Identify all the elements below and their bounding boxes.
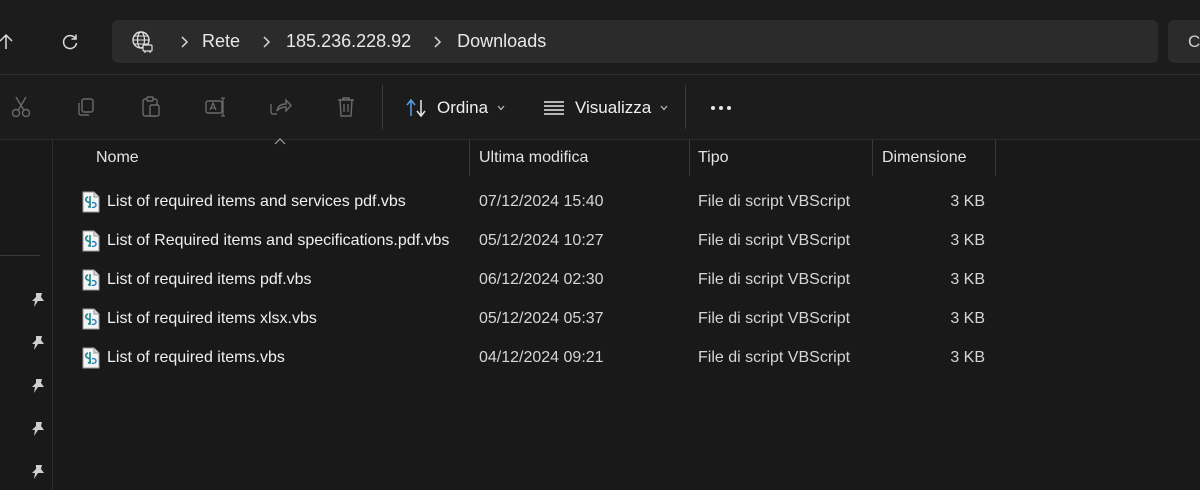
more-options-button[interactable] (706, 95, 736, 121)
toolbar-separator (685, 85, 686, 129)
breadcrumb-chevron-icon[interactable] (166, 35, 202, 49)
file-type: File di script VBScript (698, 232, 851, 249)
chevron-down-icon (659, 104, 669, 112)
breadcrumb-item-downloads[interactable]: Downloads (457, 31, 546, 52)
file-type: File di script VBScript (698, 349, 851, 366)
rename-icon (205, 97, 225, 117)
copy-icon (78, 98, 94, 116)
file-name: List of required items and services pdf.… (107, 193, 406, 210)
more-icon (711, 106, 731, 110)
file-type: File di script VBScript (698, 310, 851, 327)
up-button[interactable] (0, 22, 26, 62)
vbscript-file-icon (82, 308, 100, 330)
copy-button[interactable] (71, 92, 101, 122)
file-row[interactable]: List of required items xlsx.vbs 05/12/20… (53, 299, 1200, 338)
vbscript-file-icon (82, 191, 100, 213)
sort-label: Ordina (437, 98, 489, 117)
view-label: Visualizza (575, 98, 652, 117)
file-size: 3 KB (950, 310, 985, 327)
column-divider[interactable] (872, 140, 873, 176)
column-divider[interactable] (689, 140, 690, 176)
chevron-down-icon (496, 104, 506, 112)
breadcrumb-chevron-icon[interactable] (419, 35, 455, 49)
column-header-name[interactable]: Nome (96, 140, 139, 176)
file-name: List of Required items and specification… (107, 232, 450, 249)
address-row: Rete 185.236.228.92 Downloads C (0, 0, 1200, 74)
search-input[interactable]: C (1168, 20, 1200, 63)
breadcrumb-item-rete[interactable]: Rete (202, 31, 240, 52)
pin-icon[interactable] (28, 333, 48, 353)
delete-button[interactable] (331, 92, 361, 122)
paste-button[interactable] (136, 92, 166, 122)
vbscript-file-icon (82, 269, 100, 291)
file-list: List of required items and services pdf.… (53, 182, 1200, 377)
vbscript-file-icon (82, 347, 100, 369)
file-row[interactable]: List of required items.vbs 04/12/2024 09… (53, 338, 1200, 377)
file-size: 3 KB (950, 349, 985, 366)
file-modified: 05/12/2024 05:37 (479, 310, 604, 327)
share-icon (270, 98, 292, 115)
refresh-icon (62, 34, 78, 50)
cut-icon (11, 96, 31, 118)
file-type: File di script VBScript (698, 193, 851, 210)
rename-button[interactable] (201, 92, 231, 122)
refresh-button[interactable] (50, 22, 90, 62)
nav-separator (0, 255, 40, 256)
file-size: 3 KB (950, 271, 985, 288)
share-button[interactable] (266, 92, 296, 122)
navigation-pane (0, 140, 53, 490)
file-name: List of required items xlsx.vbs (107, 310, 317, 327)
command-bar: Ordina Visualizza (0, 75, 1200, 139)
network-globe-icon (132, 30, 153, 53)
cut-button[interactable] (6, 92, 36, 122)
breadcrumb-chevron-icon[interactable] (248, 35, 284, 49)
sort-icon (406, 98, 426, 118)
view-menu-button[interactable]: Visualizza (543, 93, 669, 123)
file-row[interactable]: List of required items pdf.vbs 06/12/202… (53, 260, 1200, 299)
file-modified: 06/12/2024 02:30 (479, 271, 604, 288)
vbscript-file-icon (82, 230, 100, 252)
network-location[interactable] (118, 30, 166, 54)
file-row[interactable]: List of required items and services pdf.… (53, 182, 1200, 221)
file-size: 3 KB (950, 193, 985, 210)
pin-icon[interactable] (28, 462, 48, 482)
column-headers: Nome Ultima modifica Tipo Dimensione (53, 140, 1200, 176)
column-header-modified[interactable]: Ultima modifica (479, 140, 588, 176)
address-bar[interactable]: Rete 185.236.228.92 Downloads (112, 20, 1158, 63)
file-row[interactable]: List of Required items and specification… (53, 221, 1200, 260)
file-modified: 04/12/2024 09:21 (479, 349, 604, 366)
column-divider[interactable] (469, 140, 470, 176)
pin-icon[interactable] (28, 290, 48, 310)
arrow-up-icon (0, 33, 13, 49)
paste-icon (142, 96, 160, 117)
sort-menu-button[interactable]: Ordina (405, 93, 506, 123)
toolbar-separator (382, 85, 383, 129)
view-list-icon (544, 101, 564, 115)
pin-icon[interactable] (28, 419, 48, 439)
pin-icon[interactable] (28, 376, 48, 396)
file-modified: 07/12/2024 15:40 (479, 193, 604, 210)
file-name: List of required items pdf.vbs (107, 271, 312, 288)
file-modified: 05/12/2024 10:27 (479, 232, 604, 249)
column-header-type[interactable]: Tipo (698, 140, 729, 176)
column-header-size[interactable]: Dimensione (882, 140, 966, 176)
file-type: File di script VBScript (698, 271, 851, 288)
file-size: 3 KB (950, 232, 985, 249)
breadcrumb-item-host[interactable]: 185.236.228.92 (286, 31, 411, 52)
column-divider[interactable] (995, 140, 996, 176)
file-name: List of required items.vbs (107, 349, 285, 366)
trash-icon (338, 97, 354, 117)
